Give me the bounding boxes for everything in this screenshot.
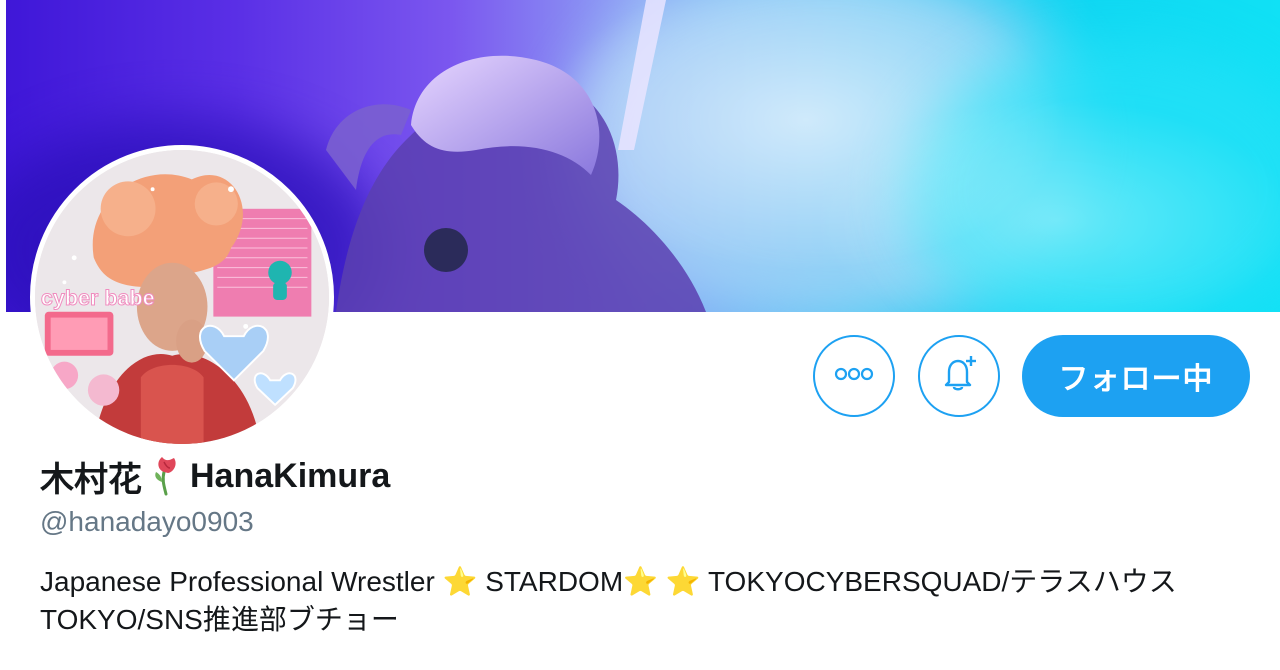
bio-text-3 — [658, 566, 666, 597]
more-options-button[interactable] — [813, 335, 895, 417]
avatar-photo: cyber babe — [35, 150, 329, 444]
bell-plus-icon — [939, 354, 979, 399]
wilted-rose-icon — [148, 454, 184, 498]
star-emoji-icon: ⭐ — [665, 566, 701, 597]
bio-text-1: Japanese Professional Wrestler — [40, 566, 443, 597]
profile-handle: @hanadayo0903 — [40, 506, 254, 537]
profile-avatar[interactable]: cyber babe — [30, 145, 334, 449]
display-name-latin: HanaKimura — [190, 456, 391, 495]
following-button[interactable]: フォロー中 — [1022, 335, 1250, 417]
star-emoji-icon: ⭐ — [623, 566, 659, 597]
bio-text-2: STARDOM — [477, 566, 624, 597]
following-button-label: フォロー中 — [1058, 363, 1214, 396]
notifications-button[interactable] — [918, 335, 1000, 417]
star-emoji-icon: ⭐ — [442, 566, 478, 597]
profile-header: cyber babe フォロー中 木村花 HanaKimura @hanaday… — [0, 0, 1280, 670]
display-name: 木村花 HanaKimura — [40, 452, 390, 500]
profile-bio: Japanese Professional Wrestler ⭐ STARDOM… — [40, 563, 1250, 639]
more-dots-icon — [834, 367, 874, 386]
display-name-japanese: 木村花 — [40, 460, 142, 499]
avatar-sticker-text: cyber babe — [41, 285, 155, 310]
